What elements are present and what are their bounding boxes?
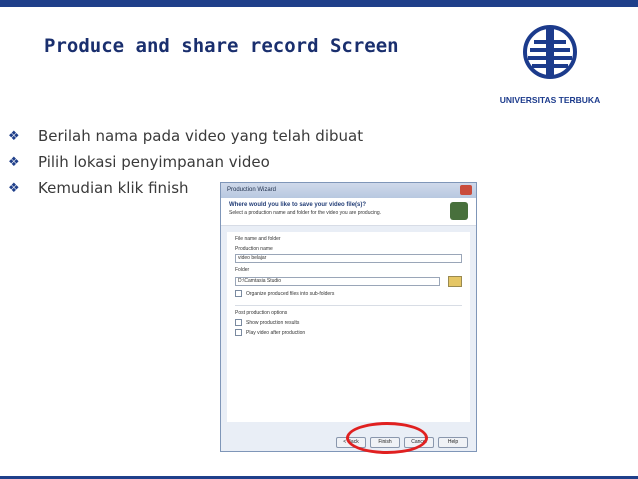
folder-browse-icon[interactable] (448, 276, 462, 287)
diamond-bullet-icon: ❖ (8, 180, 20, 196)
folder-label: Folder (235, 267, 250, 273)
production-wizard-dialog: Production Wizard Where would you like t… (220, 182, 477, 452)
diamond-bullet-icon: ❖ (8, 128, 20, 144)
folder-select[interactable]: D:\Camtasia Studio (235, 277, 440, 286)
dialog-question: Where would you like to save your video … (229, 202, 367, 208)
bullet-item: ❖ Pilih lokasi penyimpanan video (8, 153, 270, 171)
dialog-body: File name and folder Production name vid… (227, 232, 470, 422)
production-name-input[interactable]: video belajar (235, 254, 462, 263)
help-button[interactable]: Help (438, 436, 468, 448)
show-results-label: Show production results (246, 319, 300, 326)
finish-highlight-circle (346, 422, 428, 454)
play-video-label: Play video after production (246, 329, 306, 336)
bullet-item: ❖ Berilah nama pada video yang telah dibu… (8, 127, 364, 145)
show-results-checkbox[interactable] (235, 319, 242, 326)
organize-checkbox[interactable] (235, 290, 242, 297)
diamond-bullet-icon: ❖ (8, 154, 20, 170)
top-accent-bar (0, 0, 638, 7)
divider (235, 305, 462, 306)
post-options-label: Post production options (235, 310, 288, 316)
section-label: File name and folder (235, 236, 281, 242)
wizard-icon (450, 202, 468, 220)
organize-label: Organize produced files into sub-folders (246, 290, 335, 297)
dialog-header: Where would you like to save your video … (221, 198, 476, 226)
logo-text: UNIVERSITAS TERBUKA (499, 95, 601, 105)
production-name-label: Production name (235, 246, 273, 252)
dialog-subtitle: Select a production name and folder for … (229, 210, 382, 216)
dialog-titlebar: Production Wizard (221, 183, 476, 198)
play-video-checkbox[interactable] (235, 329, 242, 336)
slide-title: Produce and share record Screen (44, 35, 399, 57)
close-icon[interactable] (460, 185, 472, 195)
